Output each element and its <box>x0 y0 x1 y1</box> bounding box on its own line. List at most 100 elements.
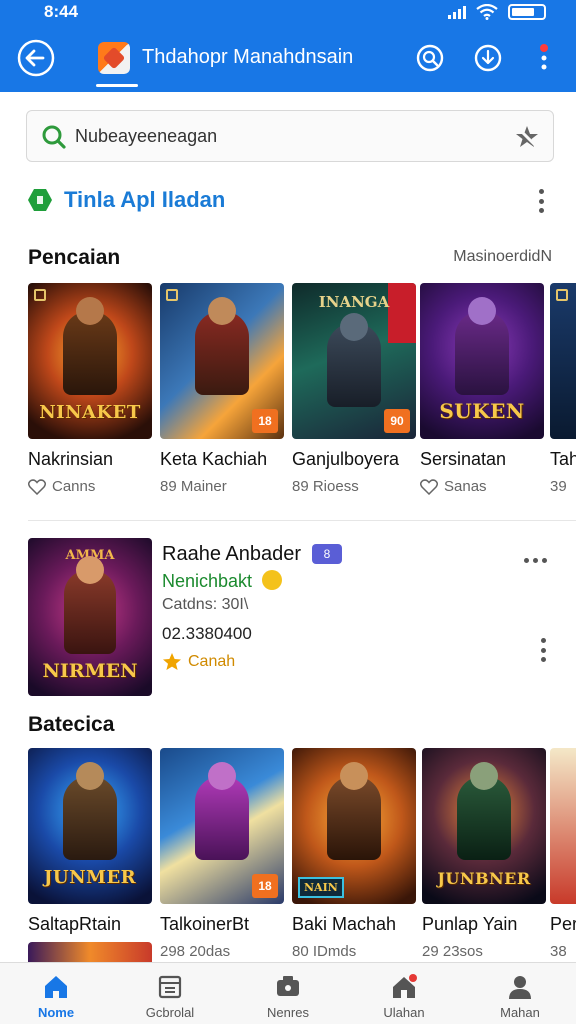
featured-title[interactable]: Raahe Anbader <box>162 543 301 566</box>
game-subtitle: 80 IDmds <box>292 943 416 960</box>
nav-item-updates[interactable]: Ulahan <box>354 969 454 1024</box>
nav-item-home[interactable]: Nome <box>6 969 106 1024</box>
rating-corner-icon <box>556 289 568 301</box>
rating-corner-icon <box>34 289 46 301</box>
game-card[interactable]: JUNBNER Punlap Yain 29 23sos <box>422 748 546 960</box>
game-subtitle: Canns <box>28 478 152 495</box>
game-subtitle: 39 <box>550 478 576 495</box>
game-card[interactable]: NAIN Baki Machah 80 IDmds <box>292 748 416 960</box>
game-thumbnail: 18 <box>160 283 284 439</box>
game-title: SaltapRtain <box>28 914 122 934</box>
game-subtitle-text: 89 Mainer <box>160 478 227 495</box>
nav-label: Mahan <box>500 1005 540 1020</box>
featured-rating: Canah <box>162 652 235 672</box>
game-title: Sersinatan <box>420 449 507 469</box>
game-subtitle: 89 Mainer <box>160 478 284 495</box>
nav-item-profile[interactable]: Mahan <box>470 969 570 1024</box>
game-subtitle-text: 39 <box>550 478 567 495</box>
back-icon[interactable] <box>16 38 56 78</box>
game-logo-text: NAIN <box>298 877 344 898</box>
profile-icon <box>509 976 531 999</box>
battery-icon <box>508 4 546 20</box>
more-vert-icon[interactable] <box>528 42 560 74</box>
section-header: Tinla Apl Iladan <box>28 184 548 218</box>
game-title: Keta Kachiah <box>160 449 268 469</box>
row2-heading: Batecica <box>28 713 115 736</box>
featured-developer[interactable]: Nenichbakt <box>162 571 252 592</box>
nav-item-games[interactable]: Nenres <box>238 969 338 1024</box>
featured-thumbnail[interactable]: AMMA NIRMEN <box>28 538 152 696</box>
game-card[interactable]: Tah 39 <box>550 283 576 495</box>
game-subtitle: 38 <box>550 943 576 960</box>
star-icon <box>163 653 181 670</box>
heart-icon <box>28 478 46 495</box>
status-bar: 8:44 <box>0 0 576 24</box>
game-thumbnail-peek <box>28 942 152 964</box>
rating-corner-icon <box>166 289 178 301</box>
signal-icon <box>448 5 466 19</box>
nav-label: Nome <box>37 1005 75 1020</box>
hero-head <box>208 297 236 325</box>
game-title: Punlap Yain <box>422 914 518 934</box>
divider <box>28 520 576 521</box>
app-title: Thdahopr Manahdnsain <box>142 46 354 68</box>
search-input[interactable]: Nubeayeeneagan <box>26 110 554 162</box>
game-subtitle: 29 23sos <box>422 943 546 960</box>
nav-item-store[interactable]: Gcbrolal <box>120 969 220 1024</box>
app-bar: Thdahopr Manahdnsain <box>0 24 576 92</box>
heart-icon <box>420 478 438 495</box>
nav-label: Ulahan <box>383 1005 425 1020</box>
hero-head <box>76 556 104 584</box>
featured-logo-text: NIRMEN <box>42 660 138 682</box>
game-card[interactable]: 18 Keta Kachiah 89 Mainer <box>160 283 284 495</box>
game-card[interactable]: NINAKET Nakrinsian Canns <box>28 283 152 495</box>
game-thumbnail: NINAKET <box>28 283 152 439</box>
row1-more-link[interactable]: MasinoerdidN <box>453 248 552 266</box>
star-clear-icon[interactable] <box>513 123 541 151</box>
game-thumbnail: 18 <box>160 748 284 904</box>
section-menu-icon[interactable] <box>538 189 544 213</box>
game-subtitle-text: 89 Rioess <box>292 478 359 495</box>
nav-label: Gcbrolal <box>145 1005 195 1020</box>
game-logo-text: JUNBNER <box>437 869 531 888</box>
game-card[interactable]: SUKEN Sersinatan Sanas <box>420 283 544 495</box>
game-card[interactable]: INANGA 90 Ganjulboyera 89 Rioess <box>292 283 416 495</box>
emoji-icon <box>262 570 282 590</box>
game-card[interactable]: JUNMER SaltapRtain <box>28 748 152 935</box>
game-thumbnail: SUKEN <box>420 283 544 439</box>
search-icon[interactable] <box>414 42 446 74</box>
search-icon <box>42 125 66 149</box>
game-row-1: NINAKET Nakrinsian Canns 18 Keta Kachiah… <box>28 283 576 523</box>
game-thumbnail: INANGA 90 <box>292 283 416 439</box>
nav-label: Nenres <box>267 1005 309 1020</box>
game-logo-text: NINAKET <box>39 402 141 423</box>
hero-head <box>76 297 104 325</box>
game-subtitle-text: Canns <box>52 478 96 495</box>
game-subtitle-text: 38 <box>550 943 567 960</box>
game-logo-text: JUNMER <box>43 867 137 888</box>
red-banner <box>388 283 416 343</box>
game-title: TalkoinerBt <box>160 914 250 934</box>
game-thumbnail <box>550 283 576 439</box>
game-title: Ganjulboyera <box>292 449 400 469</box>
download-icon[interactable] <box>472 42 504 74</box>
game-subtitle: 298 20das <box>160 943 284 960</box>
hero-head <box>340 313 368 341</box>
game-subtitle: Sanas <box>420 478 544 495</box>
featured-menu-icon[interactable] <box>540 638 546 662</box>
featured-more-icon[interactable] <box>524 558 547 563</box>
hero-head <box>208 762 236 790</box>
bottom-navigation: Nome Gcbrolal Nenres Ulahan Mahan <box>0 962 576 1024</box>
game-card[interactable]: Per 38 <box>550 748 576 960</box>
game-thumbnail: JUNMER <box>28 748 152 904</box>
game-card[interactable]: 18 TalkoinerBt 298 20das <box>160 748 284 960</box>
game-title: Tah <box>550 449 576 469</box>
game-subtitle: 89 Rioess <box>292 478 416 495</box>
hero-head <box>468 297 496 325</box>
search-text: Nubeayeeneagan <box>75 126 218 146</box>
status-icons <box>448 4 546 20</box>
game-thumbnail: JUNBNER <box>422 748 546 904</box>
game-subtitle-text: 80 IDmds <box>292 943 357 960</box>
row1-heading: Pencaian <box>28 246 121 269</box>
tab-indicator <box>96 84 138 87</box>
